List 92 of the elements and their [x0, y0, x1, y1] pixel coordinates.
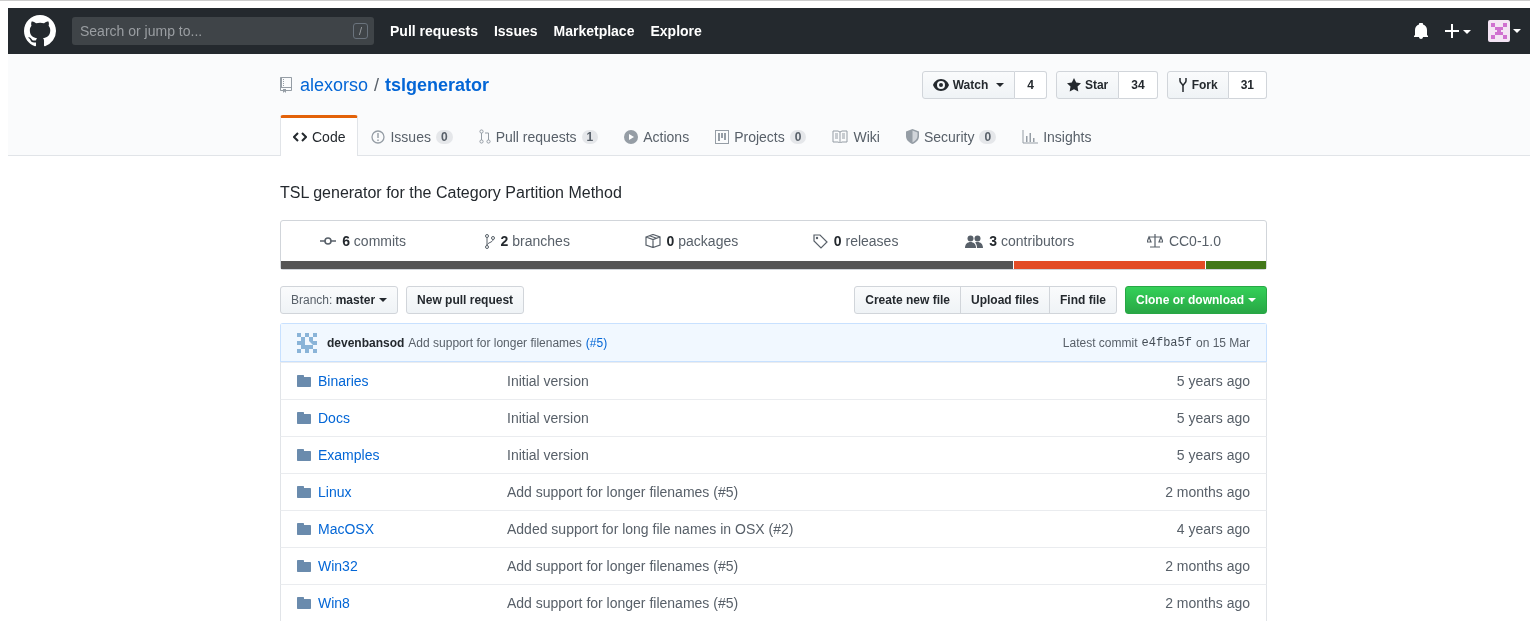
path-separator: /: [374, 74, 380, 96]
latest-commit-label: Latest commit: [1062, 335, 1138, 350]
repo-icon: [280, 77, 292, 93]
commit-age: 5 years ago: [1176, 373, 1250, 389]
commit-age: 4 years ago: [1176, 521, 1250, 537]
repo-description: TSL generator for the Category Partition Method: [280, 184, 623, 202]
commit-message-link[interactable]: Added support for long file names in OSX (#2): [507, 521, 794, 537]
repo-owner-link[interactable]: alexorso: [300, 74, 369, 96]
star-button[interactable]: Star: [1055, 71, 1120, 99]
bell-icon[interactable]: [1414, 23, 1428, 39]
github-logo[interactable]: [24, 15, 56, 47]
scale-icon: [1146, 234, 1163, 248]
folder-link[interactable]: MacOSX: [318, 521, 374, 537]
shield-icon: [905, 129, 919, 144]
folder-icon: [297, 486, 311, 498]
commit-age: 2 months ago: [1165, 595, 1250, 611]
commit-author-link[interactable]: devenbansod: [327, 335, 405, 350]
nav-link[interactable]: Marketplace: [553, 23, 635, 39]
folder-icon: [297, 449, 311, 461]
repo-tab[interactable]: Insights: [1009, 115, 1105, 155]
commit-message-link[interactable]: Add support for longer filenames (#5): [507, 484, 739, 500]
branch-icon: [484, 233, 495, 249]
repo-tab[interactable]: Security 0: [892, 115, 1010, 155]
project-board-icon: [715, 129, 730, 144]
social-count[interactable]: 34: [1119, 71, 1158, 99]
folder-link[interactable]: Docs: [318, 410, 350, 426]
summary-link[interactable]: CC0-1.0: [1101, 233, 1267, 249]
fork-icon: [1177, 77, 1188, 93]
shortcut-key: /: [352, 23, 368, 39]
repo-tab[interactable]: Issues 0: [358, 115, 466, 155]
folder-icon: [297, 523, 311, 535]
summary-link[interactable]: 3 contributors: [937, 233, 1102, 249]
issue-icon: [371, 129, 386, 144]
commit-message-link[interactable]: Initial version: [507, 373, 589, 389]
play-icon: [624, 129, 639, 144]
commit-icon: [320, 236, 337, 246]
commit-message: Add support for longer filenames: [408, 335, 582, 350]
folder-icon: [297, 375, 311, 387]
bar-chart-icon: [1022, 129, 1039, 144]
commit-age: 2 months ago: [1165, 558, 1250, 574]
folder-icon: [297, 560, 311, 572]
commit-age: 5 years ago: [1176, 447, 1250, 463]
commit-message-link[interactable]: Initial version: [507, 447, 589, 463]
folder-icon: [297, 412, 311, 424]
repo-tab[interactable]: Projects 0: [702, 115, 820, 155]
repo-tab[interactable]: Actions: [611, 115, 703, 155]
repo-tab[interactable]: Pull requests 1: [465, 115, 612, 155]
pull-request-icon: [478, 129, 491, 144]
avatar-dropdown-icon[interactable]: [1488, 20, 1522, 42]
commit-message-link[interactable]: Add support for longer filenames (#5): [507, 558, 739, 574]
repo-tab[interactable]: Code: [280, 115, 359, 156]
file-action-button[interactable]: Create new file: [854, 286, 961, 314]
book-icon: [832, 130, 849, 143]
commit-sha-link[interactable]: e4fba5f: [1141, 335, 1192, 350]
nav-link[interactable]: Issues: [493, 23, 538, 39]
repo-name-link[interactable]: tslgenerator: [385, 74, 490, 96]
people-icon: [965, 234, 984, 248]
folder-link[interactable]: Examples: [318, 447, 380, 463]
plus-dropdown-icon[interactable]: [1444, 23, 1472, 39]
caret-icon: [996, 83, 1005, 87]
folder-link[interactable]: Linux: [318, 484, 352, 500]
code-icon: [293, 131, 307, 143]
commit-age: 2 months ago: [1165, 484, 1250, 500]
folder-link[interactable]: Win32: [318, 558, 358, 574]
nav-link[interactable]: Explore: [650, 23, 702, 39]
file-action-button[interactable]: Find file: [1049, 286, 1117, 314]
summary-link[interactable]: 0 releases: [773, 233, 938, 249]
commit-message-link[interactable]: Add support for longer filenames (#5): [507, 595, 739, 611]
commit-message-link[interactable]: Initial version: [507, 410, 589, 426]
summary-link[interactable]: 0 packages: [609, 233, 774, 249]
folder-icon: [297, 597, 311, 609]
commit-age: 5 years ago: [1176, 410, 1250, 426]
new-pull-request-button[interactable]: New pull request: [406, 286, 525, 314]
tag-icon: [812, 233, 828, 249]
eye-icon: [932, 79, 949, 91]
fork-button[interactable]: Fork: [1166, 71, 1229, 99]
repo-tab[interactable]: Wiki: [819, 115, 893, 155]
file-action-button[interactable]: Upload files: [960, 286, 1050, 314]
summary-link[interactable]: 2 branches: [445, 233, 610, 249]
watch-button[interactable]: Watch: [921, 71, 1016, 99]
social-count[interactable]: 4: [1015, 71, 1047, 99]
folder-link[interactable]: Binaries: [318, 373, 369, 389]
star-icon: [1066, 78, 1081, 92]
package-icon: [644, 234, 661, 248]
social-count[interactable]: 31: [1228, 71, 1267, 99]
issue-link[interactable]: (#5): [585, 335, 608, 350]
commit-date: on 15 Mar: [1195, 335, 1250, 350]
branch-select[interactable]: Branch: master: [280, 286, 399, 314]
folder-link[interactable]: Win8: [318, 595, 350, 611]
nav-link[interactable]: Pull requests: [390, 23, 478, 39]
summary-link[interactable]: 6 commits: [281, 233, 446, 249]
avatar-icon: [297, 332, 317, 353]
